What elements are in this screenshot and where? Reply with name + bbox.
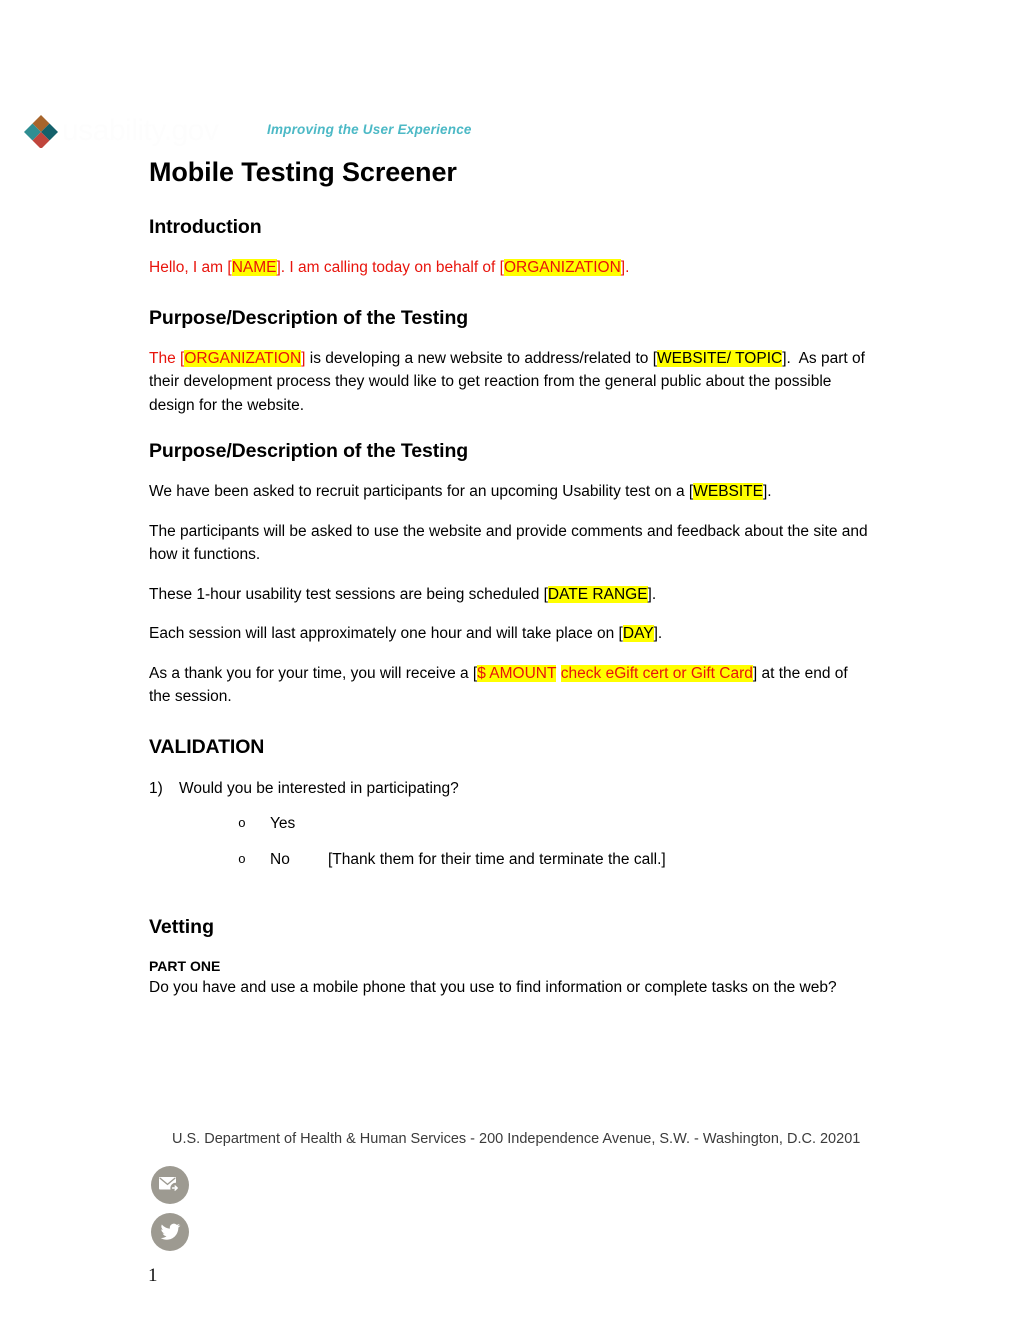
placeholder-amount: $ AMOUNT bbox=[477, 664, 557, 682]
email-forward-icon[interactable] bbox=[151, 1166, 189, 1204]
validation-option-no[interactable]: o No [Thank them for their time and termin… bbox=[149, 848, 871, 872]
placeholder-organization: ORGANIZATION bbox=[503, 259, 621, 276]
placeholder-organization-2: ORGANIZATION bbox=[184, 349, 302, 367]
document-body: Mobile Testing Screener Introduction Hel… bbox=[149, 155, 871, 999]
page-title: Mobile Testing Screener bbox=[149, 157, 457, 187]
placeholder-gift-type: check eGift cert or Gift Card bbox=[560, 664, 753, 682]
intro-text-3: ]. bbox=[620, 259, 630, 276]
question-text: Would you be interested in participating… bbox=[179, 779, 459, 797]
document-page: usability.gov Improving the User Experie… bbox=[0, 0, 1020, 1320]
part-one-question: Do you have and use a mobile phone that … bbox=[149, 979, 837, 996]
placeholder-name: NAME bbox=[231, 259, 277, 276]
sessions-paragraph: These 1-hour usability test sessions are… bbox=[149, 583, 871, 607]
heading-validation: VALIDATION bbox=[149, 735, 265, 758]
purpose-paragraph-2: We have been asked to recruit participan… bbox=[149, 480, 871, 504]
footer-address: U.S. Department of Health & Human Servic… bbox=[172, 1131, 861, 1147]
heading-introduction: Introduction bbox=[149, 216, 262, 238]
sessions-text-1: These 1-hour usability test sessions are… bbox=[149, 585, 548, 603]
usability-diamond-logo-icon bbox=[24, 114, 58, 148]
intro-text-2: ]. I am calling today on behalf of [ bbox=[276, 259, 504, 276]
placeholder-day: DAY bbox=[622, 625, 654, 642]
validation-option-yes[interactable]: o Yes bbox=[149, 812, 871, 836]
placeholder-website-topic: WEBSITE/ TOPIC bbox=[657, 349, 783, 367]
heading-purpose-2: Purpose/Description of the Testing bbox=[149, 440, 469, 462]
option-note-no: [Thank them for their time and terminate… bbox=[328, 850, 666, 868]
duration-text-1: Each session will last approximately one… bbox=[149, 625, 623, 642]
incentive-text-1: As a thank you for your time, you will r… bbox=[149, 664, 478, 682]
usability-gov-wordmark: usability.gov bbox=[62, 114, 219, 147]
incentive-paragraph: As a thank you for your time, you will r… bbox=[149, 662, 871, 709]
question-number: 1) bbox=[149, 779, 163, 797]
heading-vetting: Vetting bbox=[149, 916, 215, 938]
duration-paragraph: Each session will last approximately one… bbox=[149, 622, 871, 646]
validation-question-list: 1) Would you be interested in participati… bbox=[149, 777, 871, 872]
placeholder-date-range: DATE RANGE bbox=[547, 585, 648, 603]
recruit-text-1: We have been asked to recruit participan… bbox=[149, 483, 694, 500]
header-tagline: Improving the User Experience bbox=[267, 122, 472, 137]
purpose-text-1: The [ bbox=[149, 349, 185, 367]
page-number: 1 bbox=[148, 1265, 158, 1286]
option-label-no: No bbox=[270, 850, 290, 868]
placeholder-website: WEBSITE bbox=[693, 483, 763, 500]
twitter-bird-icon[interactable] bbox=[151, 1213, 189, 1251]
intro-greeting-paragraph: Hello, I am [NAME]. I am calling today o… bbox=[149, 256, 871, 280]
participants-paragraph: The participants will be asked to use th… bbox=[149, 522, 868, 564]
part-one-label: PART ONE bbox=[149, 958, 221, 974]
bullet-circle-icon: o bbox=[238, 851, 246, 867]
intro-text-1: Hello, I am [ bbox=[149, 259, 232, 276]
heading-purpose-1: Purpose/Description of the Testing bbox=[149, 306, 469, 329]
validation-question-1: 1) Would you be interested in participati… bbox=[149, 777, 871, 801]
document-header: usability.gov Improving the User Experie… bbox=[0, 52, 1020, 148]
bullet-circle-icon: o bbox=[238, 816, 246, 831]
option-label-yes: Yes bbox=[270, 815, 296, 832]
purpose-text-2: is developing a new website to address/r… bbox=[305, 349, 658, 367]
duration-text-2: ]. bbox=[653, 625, 663, 642]
purpose-paragraph-1: The [ORGANIZATION] is developing a new w… bbox=[149, 347, 871, 418]
footer-social-links bbox=[151, 1166, 189, 1260]
recruit-text-2: ]. bbox=[763, 483, 772, 500]
sessions-text-2: ]. bbox=[647, 585, 657, 603]
